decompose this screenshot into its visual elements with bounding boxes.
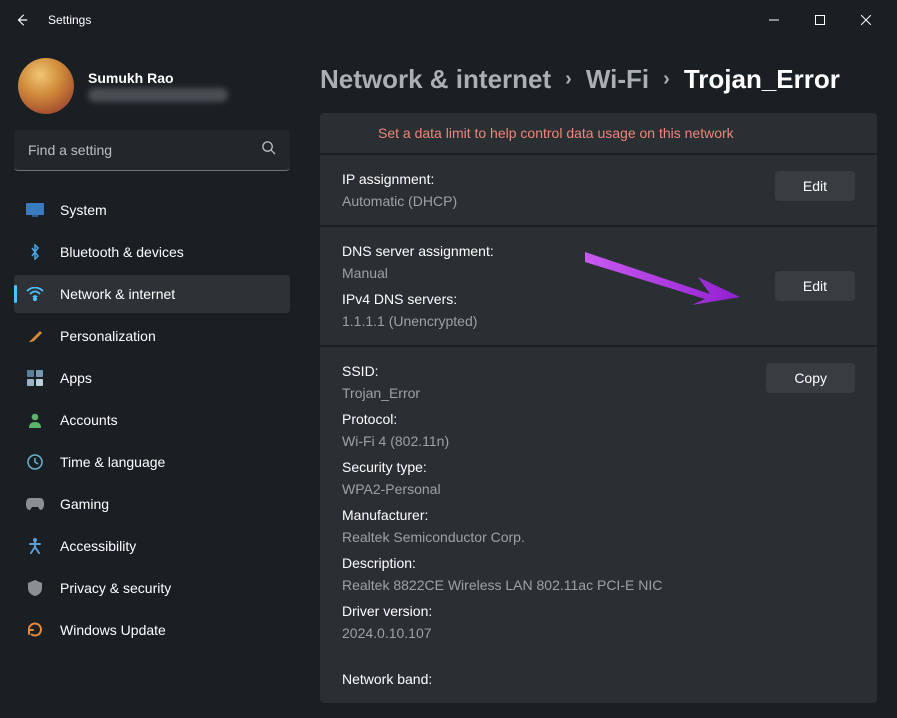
sidebar: Sumukh Rao System Bluetooth & devices Ne… xyxy=(0,40,300,718)
sidebar-item-update[interactable]: Windows Update xyxy=(14,611,290,649)
dns-section: DNS server assignment: Manual IPv4 DNS s… xyxy=(320,225,877,345)
clock-icon xyxy=(26,453,44,471)
sidebar-item-label: Network & internet xyxy=(60,286,175,302)
chevron-right-icon: › xyxy=(565,68,572,91)
sidebar-item-gaming[interactable]: Gaming xyxy=(14,485,290,523)
sidebar-item-system[interactable]: System xyxy=(14,191,290,229)
detail-label: Security type: xyxy=(342,459,754,475)
edit-ip-button[interactable]: Edit xyxy=(775,171,855,201)
sidebar-item-label: Bluetooth & devices xyxy=(60,244,184,260)
window-title: Settings xyxy=(48,13,91,27)
ip-value: Automatic (DHCP) xyxy=(342,193,763,209)
sidebar-item-personalization[interactable]: Personalization xyxy=(14,317,290,355)
minimize-button[interactable] xyxy=(751,4,797,36)
sidebar-item-label: Time & language xyxy=(60,454,165,470)
shield-icon xyxy=(26,579,44,597)
detail-value: Realtek Semiconductor Corp. xyxy=(342,529,754,545)
section-body: DNS server assignment: Manual IPv4 DNS s… xyxy=(342,243,763,329)
sidebar-item-label: Windows Update xyxy=(60,622,166,638)
breadcrumb-wifi[interactable]: Wi-Fi xyxy=(586,64,649,95)
dns-assignment-label: DNS server assignment: xyxy=(342,243,763,259)
detail-label: Protocol: xyxy=(342,411,754,427)
network-band-label: Network band: xyxy=(342,671,754,687)
main-container: Sumukh Rao System Bluetooth & devices Ne… xyxy=(0,40,897,718)
sidebar-item-label: Privacy & security xyxy=(60,580,171,596)
dns-servers-label: IPv4 DNS servers: xyxy=(342,291,763,307)
sidebar-item-accounts[interactable]: Accounts xyxy=(14,401,290,439)
search-icon xyxy=(261,140,276,160)
section-body: IP assignment: Automatic (DHCP) xyxy=(342,171,763,209)
sidebar-item-bluetooth[interactable]: Bluetooth & devices xyxy=(14,233,290,271)
breadcrumb-current: Trojan_Error xyxy=(684,64,840,95)
maximize-icon xyxy=(815,15,825,25)
ip-label: IP assignment: xyxy=(342,171,763,187)
sidebar-item-label: Personalization xyxy=(60,328,156,344)
paintbrush-icon xyxy=(26,327,44,345)
settings-panel: Set a data limit to help control data us… xyxy=(320,113,877,703)
titlebar: Settings xyxy=(0,0,897,40)
user-info: Sumukh Rao xyxy=(88,70,228,102)
detail-label: Driver version: xyxy=(342,603,754,619)
detail-label: Description: xyxy=(342,555,754,571)
detail-value: Trojan_Error xyxy=(342,385,754,401)
minimize-icon xyxy=(769,15,779,25)
display-icon xyxy=(26,201,44,219)
avatar xyxy=(18,58,74,114)
breadcrumb: Network & internet › Wi-Fi › Trojan_Erro… xyxy=(320,64,877,95)
details-section: SSID: Trojan_Error Protocol: Wi-Fi 4 (80… xyxy=(320,345,877,703)
data-limit-banner[interactable]: Set a data limit to help control data us… xyxy=(320,113,877,153)
wifi-icon xyxy=(26,285,44,303)
breadcrumb-root[interactable]: Network & internet xyxy=(320,64,551,95)
user-block[interactable]: Sumukh Rao xyxy=(14,50,290,130)
bluetooth-icon xyxy=(26,243,44,261)
copy-button[interactable]: Copy xyxy=(766,363,855,393)
content: Network & internet › Wi-Fi › Trojan_Erro… xyxy=(300,40,897,718)
detail-value: Wi-Fi 4 (802.11n) xyxy=(342,433,754,449)
arrow-left-icon xyxy=(15,13,29,27)
dns-assignment-value: Manual xyxy=(342,265,763,281)
sidebar-item-apps[interactable]: Apps xyxy=(14,359,290,397)
update-icon xyxy=(26,621,44,639)
back-button[interactable] xyxy=(8,6,36,34)
edit-dns-button[interactable]: Edit xyxy=(775,271,855,301)
nav-list: System Bluetooth & devices Network & int… xyxy=(14,191,290,649)
sidebar-item-label: Accessibility xyxy=(60,538,136,554)
sidebar-item-network[interactable]: Network & internet xyxy=(14,275,290,313)
detail-value: 2024.0.10.107 xyxy=(342,625,754,641)
section-body: SSID: Trojan_Error Protocol: Wi-Fi 4 (80… xyxy=(342,363,754,687)
sidebar-item-accessibility[interactable]: Accessibility xyxy=(14,527,290,565)
search-box[interactable] xyxy=(14,130,290,171)
dns-servers-value: 1.1.1.1 (Unencrypted) xyxy=(342,313,763,329)
detail-value: WPA2-Personal xyxy=(342,481,754,497)
close-icon xyxy=(861,15,871,25)
chevron-right-icon: › xyxy=(663,68,670,91)
detail-value: Realtek 8822CE Wireless LAN 802.11ac PCI… xyxy=(342,577,754,593)
sidebar-item-label: Gaming xyxy=(60,496,109,512)
maximize-button[interactable] xyxy=(797,4,843,36)
gamepad-icon xyxy=(26,495,44,513)
sidebar-item-label: System xyxy=(60,202,107,218)
detail-label: SSID: xyxy=(342,363,754,379)
user-email-redacted xyxy=(88,88,228,102)
sidebar-item-label: Apps xyxy=(60,370,92,386)
ip-assignment-section: IP assignment: Automatic (DHCP) Edit xyxy=(320,153,877,225)
detail-label: Manufacturer: xyxy=(342,507,754,523)
apps-icon xyxy=(26,369,44,387)
user-name: Sumukh Rao xyxy=(88,70,228,86)
person-icon xyxy=(26,411,44,429)
close-button[interactable] xyxy=(843,4,889,36)
accessibility-icon xyxy=(26,537,44,555)
sidebar-item-time[interactable]: Time & language xyxy=(14,443,290,481)
window-controls xyxy=(751,4,889,36)
sidebar-item-privacy[interactable]: Privacy & security xyxy=(14,569,290,607)
search-input[interactable] xyxy=(28,142,261,158)
sidebar-item-label: Accounts xyxy=(60,412,118,428)
